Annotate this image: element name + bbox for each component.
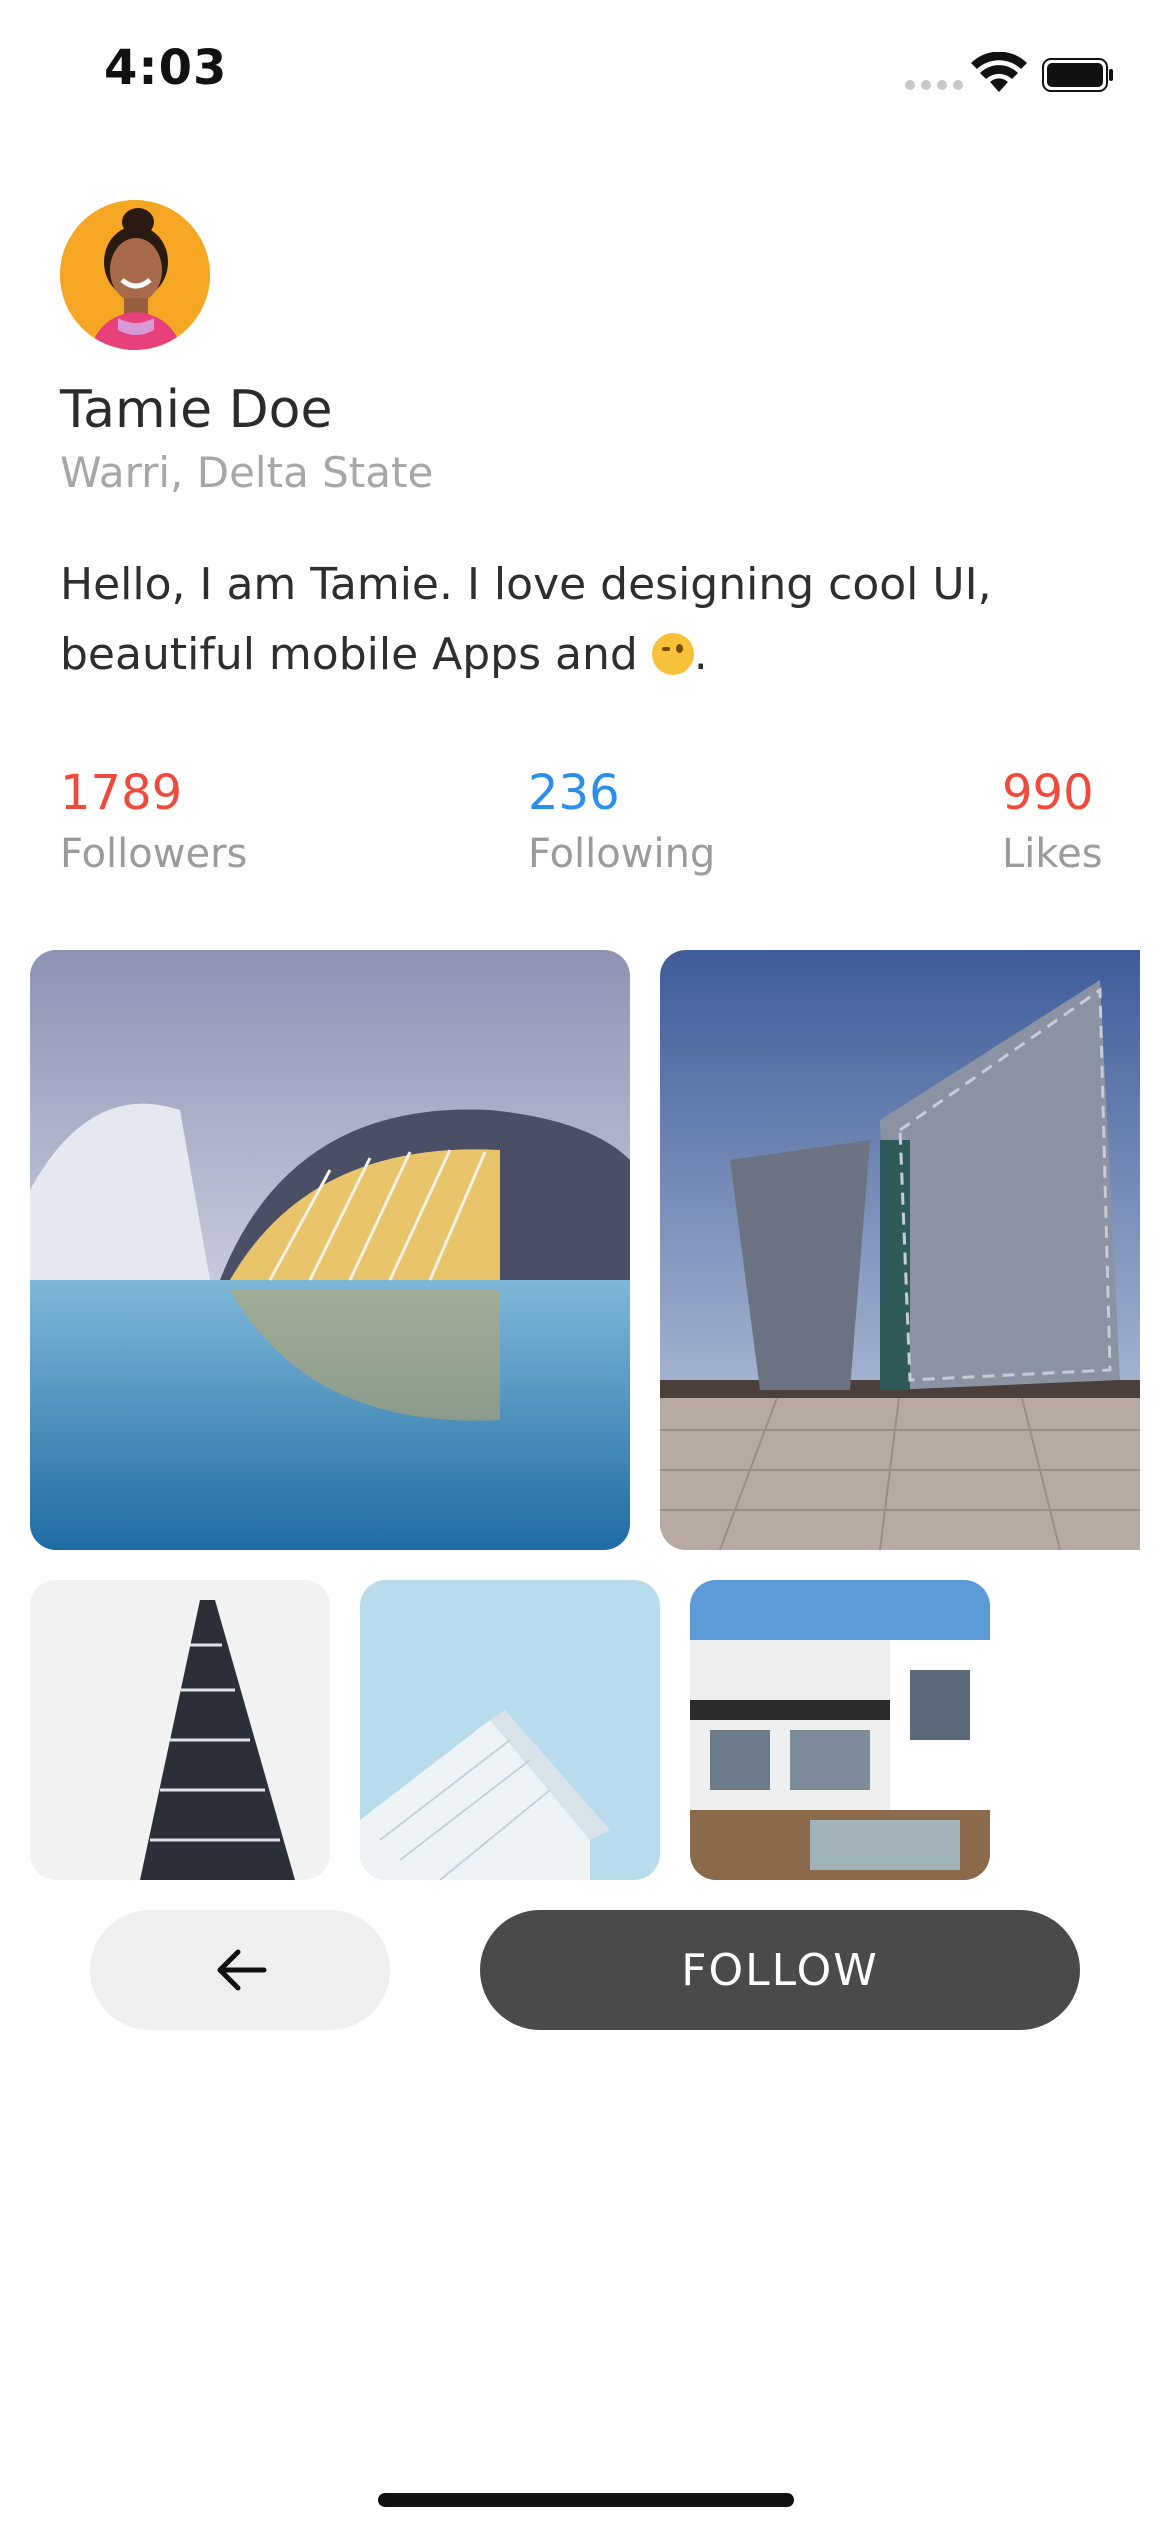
stat-followers[interactable]: 1789 Followers [60,765,247,877]
stat-label: Followers [60,831,248,877]
stat-following[interactable]: 236 Following [528,765,715,877]
gallery-photo-modern-house[interactable] [690,1580,990,1880]
status-time: 4:03 [104,40,228,96]
status-bar: 4:03 [0,0,1170,150]
stat-label: Following [528,831,716,877]
home-indicator [378,2493,794,2507]
profile-name: Tamie Doe [60,380,333,440]
winking-face-icon [651,633,694,675]
gallery-photo-titanic-building[interactable] [660,950,1140,1550]
stat-label: Likes [1002,831,1103,877]
wifi-icon [971,52,1027,92]
arrow-left-icon [217,1949,267,1991]
bio-text: Hello, I am Tamie. I love designing cool… [60,559,992,680]
back-button[interactable] [90,1910,390,2030]
gallery-photo-white-building[interactable] [360,1580,660,1880]
profile-bio: Hello, I am Tamie. I love designing cool… [60,550,1090,690]
stat-likes[interactable]: 990 Likes [1002,765,1103,877]
follow-button[interactable]: FOLLOW [480,1910,1080,2030]
profile-location: Warri, Delta State [60,448,434,497]
stat-value: 990 [1002,765,1094,821]
cellular-signal-icon [905,80,963,90]
battery-icon [1042,58,1113,92]
gallery-photo-flatiron[interactable] [30,1580,330,1880]
stat-value: 236 [528,765,620,821]
bio-end: . [693,629,708,680]
gallery-photo-dome[interactable] [30,950,630,1550]
avatar [60,200,210,350]
stat-value: 1789 [60,765,183,821]
